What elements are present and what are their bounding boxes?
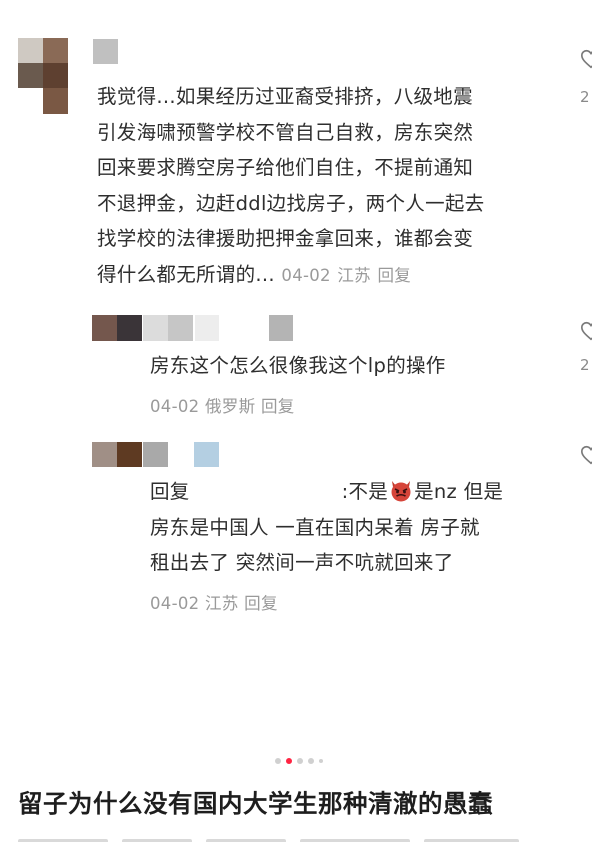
comment-line: 回复 :不是 是nz 但是 bbox=[150, 474, 560, 510]
reply-button[interactable]: 回复 bbox=[244, 594, 278, 613]
comment-location: 江苏 bbox=[205, 594, 239, 613]
username[interactable] bbox=[93, 39, 118, 64]
comment-line: 租出去了 突然间一声不吭就回来了 bbox=[150, 551, 454, 574]
comment-line: 找学校的法律援助把押金拿回来，谁都会变 bbox=[97, 227, 474, 250]
avatar[interactable] bbox=[18, 38, 68, 114]
comment-text: 我觉得...如果经历过亚裔受排挤，八级地震 引发海啸预警学校不管自己自救，房东突… bbox=[97, 79, 567, 293]
carousel-dot[interactable] bbox=[308, 758, 314, 764]
truncated-text-line bbox=[18, 834, 578, 842]
comment-line: 不退押金，边赶ddl边找房子，两个人一起去 bbox=[97, 191, 485, 215]
like-count: 2 bbox=[580, 88, 590, 106]
comment-date: 04-02 bbox=[150, 397, 200, 416]
username[interactable] bbox=[143, 315, 293, 341]
comment-meta: 04-02 俄罗斯 回复 bbox=[150, 393, 295, 417]
comment-segment: :不是 bbox=[341, 480, 389, 503]
carousel-dot[interactable] bbox=[275, 758, 281, 764]
comment-line: 回来要求腾空房子给他们自住，不提前通知 bbox=[97, 156, 474, 179]
comment-text: 回复 :不是 是nz 但是 房东是中国人 一直在国内呆着 房子就 租出去了 突然间… bbox=[150, 474, 560, 581]
comment-line: 房东这个怎么很像我这个lp的操作 bbox=[150, 354, 446, 377]
reply-prefix: 回复 bbox=[150, 480, 190, 503]
heart-icon[interactable] bbox=[580, 48, 592, 70]
comment-meta: 04-02 江苏 回复 bbox=[150, 590, 278, 614]
comment-segment: 是nz 但是 bbox=[414, 480, 504, 503]
carousel-indicator bbox=[275, 758, 323, 764]
comment-date: 04-02 bbox=[150, 594, 200, 613]
comment-line: 引发海啸预警学校不管自己自救，房东突然 bbox=[97, 120, 474, 144]
comment-line: 得什么都无所谓的... 04-02 江苏 回复 bbox=[97, 257, 567, 294]
heart-icon[interactable] bbox=[580, 444, 592, 466]
carousel-dot-active[interactable] bbox=[286, 758, 292, 764]
comment-date: 04-02 bbox=[281, 265, 331, 285]
post-title: 留子为什么没有国内大学生那种清澈的愚蠢 bbox=[18, 789, 493, 818]
comment-line: 房东是中国人 一直在国内呆着 房子就 bbox=[150, 515, 480, 539]
carousel-dot[interactable] bbox=[319, 759, 323, 763]
carousel-dot[interactable] bbox=[297, 758, 303, 764]
reply-button[interactable]: 回复 bbox=[377, 266, 411, 285]
comment-line: 我觉得...如果经历过亚裔受排挤，八级地震 bbox=[97, 85, 473, 108]
avatar[interactable] bbox=[92, 442, 142, 467]
comment-location: 江苏 bbox=[337, 265, 371, 285]
reply-button[interactable]: 回复 bbox=[261, 397, 295, 416]
comment-text: 房东这个怎么很像我这个lp的操作 bbox=[150, 348, 560, 384]
devil-emoji-icon bbox=[391, 481, 411, 502]
like-count: 2 bbox=[580, 356, 590, 374]
username[interactable] bbox=[143, 442, 219, 467]
comment-line-end: 得什么都无所谓的... bbox=[97, 262, 275, 286]
comment-location: 俄罗斯 bbox=[205, 397, 256, 416]
avatar[interactable] bbox=[92, 315, 142, 341]
heart-icon[interactable] bbox=[580, 320, 592, 342]
